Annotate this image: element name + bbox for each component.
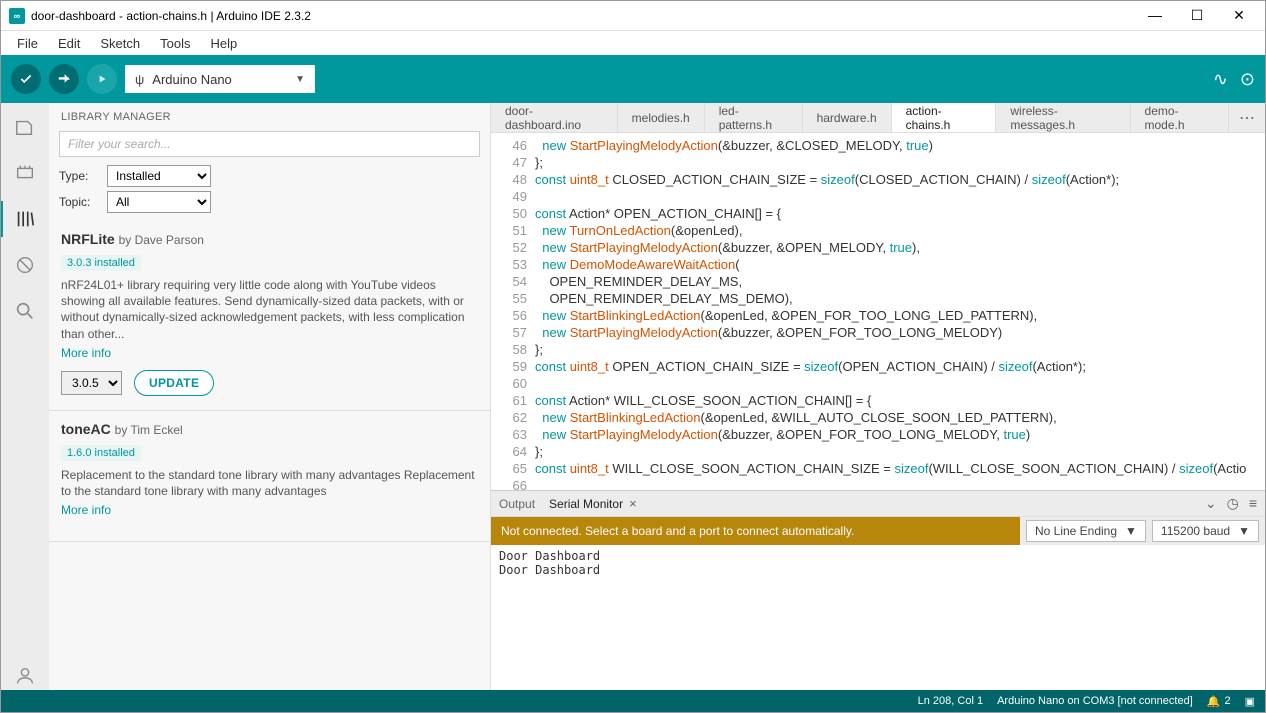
app-icon: ∞: [9, 8, 25, 24]
activity-bar: [1, 103, 49, 690]
tabs-overflow[interactable]: ⋯: [1229, 103, 1265, 132]
minimize-button[interactable]: —: [1143, 7, 1167, 24]
output-tab[interactable]: Output: [499, 497, 535, 511]
serial-output[interactable]: Door Dashboard Door Dashboard: [491, 545, 1265, 690]
topic-select[interactable]: All: [107, 191, 211, 213]
library-manager-panel: LIBRARY MANAGER Type: Installed Topic: A…: [49, 103, 491, 690]
type-label: Type:: [59, 169, 99, 183]
library-description: Replacement to the standard tone library…: [61, 467, 478, 499]
board-status[interactable]: Arduino Nano on COM3 [not connected]: [997, 695, 1193, 707]
clear-output-icon[interactable]: ≡: [1249, 495, 1257, 512]
menu-file[interactable]: File: [9, 34, 46, 53]
menubar: FileEditSketchToolsHelp: [1, 31, 1265, 55]
close-button[interactable]: ✕: [1227, 7, 1251, 24]
debug-icon[interactable]: [11, 251, 39, 279]
toolbar: ψ Arduino Nano ▼ ∿ ⊙: [1, 55, 1265, 103]
tab-hardware-h[interactable]: hardware.h: [803, 103, 892, 132]
more-info-link[interactable]: More info: [61, 346, 111, 360]
account-icon[interactable]: [11, 662, 39, 690]
chevron-down-icon: ▼: [295, 74, 305, 85]
tab-door-dashboard-ino[interactable]: door-dashboard.ino: [491, 103, 618, 132]
close-panel-icon[interactable]: ▣: [1245, 695, 1255, 708]
menu-help[interactable]: Help: [202, 34, 245, 53]
verify-button[interactable]: [11, 64, 41, 94]
sketchbook-icon[interactable]: [11, 113, 39, 141]
boards-manager-icon[interactable]: [11, 159, 39, 187]
tab-wireless-messages-h[interactable]: wireless-messages.h: [996, 103, 1130, 132]
menu-sketch[interactable]: Sketch: [92, 34, 148, 53]
board-selector[interactable]: ψ Arduino Nano ▼: [125, 65, 315, 93]
statusbar: Ln 208, Col 1 Arduino Nano on COM3 [not …: [1, 690, 1265, 712]
connection-banner: Not connected. Select a board and a port…: [491, 517, 1020, 545]
baud-select[interactable]: 115200 baud▼: [1152, 520, 1259, 542]
installed-badge: 3.0.3 installed: [61, 255, 141, 271]
menu-edit[interactable]: Edit: [50, 34, 88, 53]
library-manager-icon[interactable]: [11, 205, 39, 233]
upload-button[interactable]: [49, 64, 79, 94]
panel-title: LIBRARY MANAGER: [49, 103, 490, 129]
line-ending-select[interactable]: No Line Ending▼: [1026, 520, 1146, 542]
bottom-panel: Output Serial Monitor × ⌄ ◷ ≡ Not connec…: [491, 490, 1265, 690]
tab-melodies-h[interactable]: melodies.h: [618, 103, 705, 132]
installed-badge: 1.6.0 installed: [61, 445, 141, 461]
tab-action-chains-h[interactable]: action-chains.h: [892, 103, 997, 132]
version-select[interactable]: 3.0.5: [61, 371, 122, 395]
notifications[interactable]: 🔔 2: [1207, 695, 1231, 708]
tab-led-patterns-h[interactable]: led-patterns.h: [705, 103, 803, 132]
code-editor[interactable]: 4647484950515253545556575859606162636465…: [491, 133, 1265, 490]
titlebar: ∞ door-dashboard - action-chains.h | Ard…: [1, 1, 1265, 31]
topic-label: Topic:: [59, 195, 99, 209]
menu-tools[interactable]: Tools: [152, 34, 198, 53]
library-item: NRFLite by Dave Parson 3.0.3 installed nR…: [49, 221, 490, 411]
debug-button[interactable]: [87, 64, 117, 94]
library-description: nRF24L01+ library requiring very little …: [61, 277, 478, 342]
toggle-autoscroll-icon[interactable]: ⌄: [1205, 495, 1217, 512]
library-search-input[interactable]: [59, 131, 480, 157]
editor-tabs: door-dashboard.inomelodies.hled-patterns…: [491, 103, 1265, 133]
toggle-timestamp-icon[interactable]: ◷: [1227, 495, 1239, 512]
library-name: NRFLite: [61, 231, 115, 247]
usb-icon: ψ: [135, 72, 144, 87]
library-name: toneAC: [61, 421, 111, 437]
close-icon[interactable]: ×: [629, 496, 637, 511]
window-title: door-dashboard - action-chains.h | Ardui…: [31, 9, 1143, 23]
serial-monitor-tab[interactable]: Serial Monitor ×: [549, 496, 637, 511]
library-author: by Dave Parson: [119, 233, 204, 247]
tab-demo-mode-h[interactable]: demo-mode.h: [1131, 103, 1229, 132]
cursor-position[interactable]: Ln 208, Col 1: [918, 695, 983, 707]
board-name: Arduino Nano: [152, 72, 287, 87]
maximize-button[interactable]: ☐: [1185, 7, 1209, 24]
update-button[interactable]: UPDATE: [134, 370, 214, 396]
serial-monitor-icon[interactable]: ⊙: [1240, 69, 1255, 90]
search-icon[interactable]: [11, 297, 39, 325]
type-select[interactable]: Installed: [107, 165, 211, 187]
serial-plotter-icon[interactable]: ∿: [1213, 69, 1228, 90]
editor-area: door-dashboard.inomelodies.hled-patterns…: [491, 103, 1265, 690]
more-info-link[interactable]: More info: [61, 503, 111, 517]
library-item: toneAC by Tim Eckel 1.6.0 installed Repla…: [49, 411, 490, 542]
library-author: by Tim Eckel: [115, 423, 183, 437]
